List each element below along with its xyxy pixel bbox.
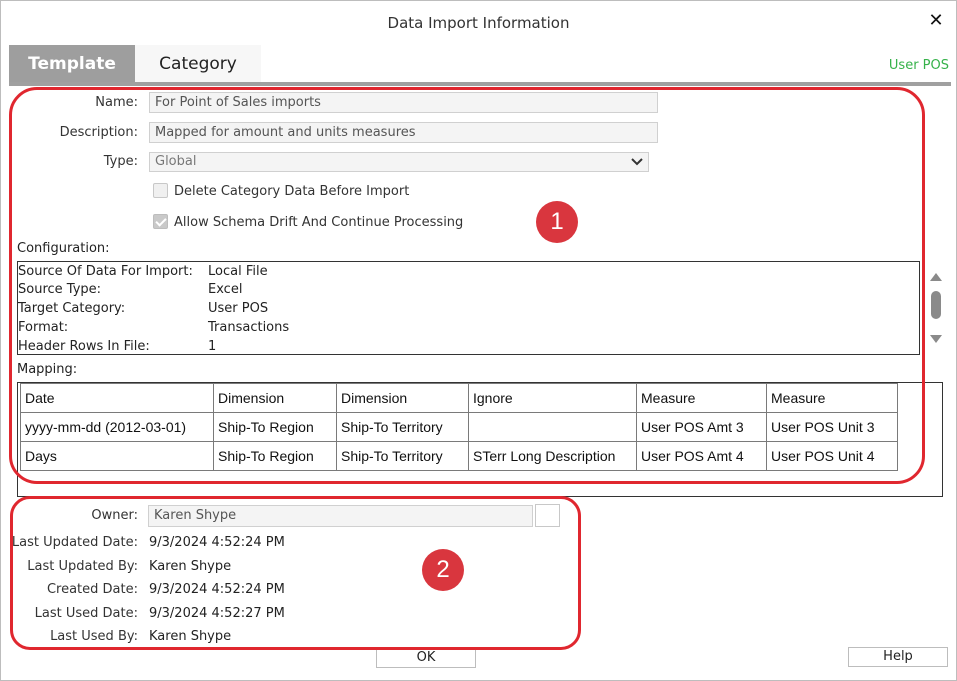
callout-badge-1: 1 <box>536 201 578 243</box>
scroll-up-icon[interactable] <box>930 273 942 281</box>
configuration-scrollbar[interactable] <box>928 269 944 347</box>
category-context-label: User POS <box>888 58 949 73</box>
help-button[interactable]: Help <box>848 647 948 667</box>
tab-template[interactable]: Template <box>9 45 135 83</box>
close-icon: ✕ <box>928 10 944 31</box>
tab-category[interactable]: Category <box>135 45 261 83</box>
callout-frame-1 <box>9 87 925 484</box>
dialog-title: Data Import Information <box>387 14 570 32</box>
callout-frame-2 <box>10 496 581 650</box>
title-bar: Data Import Information ✕ <box>1 1 956 43</box>
ok-button[interactable]: OK <box>376 648 476 668</box>
scrollbar-thumb[interactable] <box>931 291 941 319</box>
close-button[interactable]: ✕ <box>926 11 946 31</box>
scroll-down-icon[interactable] <box>930 335 942 343</box>
tab-underline <box>9 82 951 86</box>
data-import-dialog: Data Import Information ✕ Template Categ… <box>0 0 957 681</box>
callout-badge-2: 2 <box>422 549 464 591</box>
